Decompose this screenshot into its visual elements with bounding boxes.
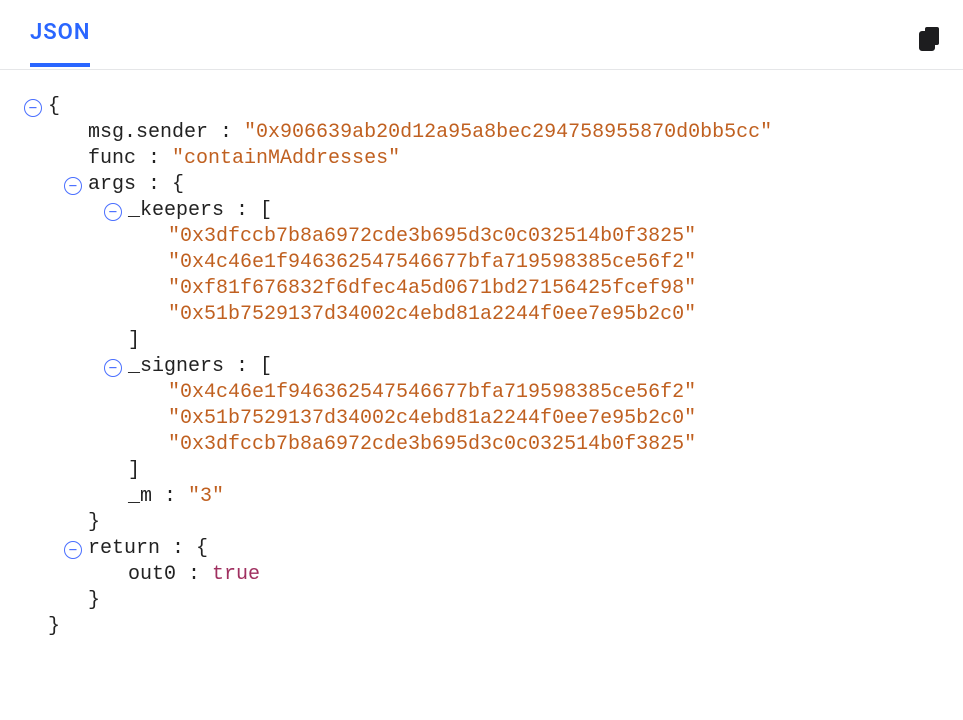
signers-close: ] xyxy=(48,458,933,484)
signers-item: "0x3dfccb7b8a6972cde3b695d3c0c032514b0f3… xyxy=(48,432,933,458)
m-row: _m : "3" xyxy=(48,484,933,510)
signers-row: _signers : [ xyxy=(48,354,933,380)
val-msg-sender: "0x906639ab20d12a95a8bec294758955870d0bb… xyxy=(244,120,772,146)
tab-json[interactable]: JSON xyxy=(30,20,90,67)
header-bar: JSON xyxy=(0,0,963,70)
key-args: args xyxy=(88,172,136,198)
key-signers: _signers xyxy=(128,354,224,380)
keepers-close: ] xyxy=(48,328,933,354)
keepers-item: "0x3dfccb7b8a6972cde3b695d3c0c032514b0f3… xyxy=(48,224,933,250)
collapse-icon[interactable] xyxy=(64,541,82,559)
collapse-icon[interactable] xyxy=(64,177,82,195)
keepers-item: "0xf81f676832f6dfec4a5d0671bd27156425fce… xyxy=(48,276,933,302)
brace-open: { xyxy=(48,94,60,120)
key-keepers: _keepers xyxy=(128,198,224,224)
key-out0: out0 xyxy=(128,562,176,588)
out0-row: out0 : true xyxy=(48,562,933,588)
args-row: args : { xyxy=(48,172,933,198)
val-out0: true xyxy=(212,562,260,588)
args-close: } xyxy=(48,510,933,536)
key-msg-sender: msg.sender xyxy=(88,120,208,146)
return-close: } xyxy=(48,588,933,614)
collapse-icon[interactable] xyxy=(104,359,122,377)
json-tree: { msg.sender : "0x906639ab20d12a95a8bec2… xyxy=(0,70,963,640)
keepers-item: "0x51b7529137d34002c4ebd81a2244f0ee7e95b… xyxy=(48,302,933,328)
copy-icon[interactable] xyxy=(919,27,941,51)
collapse-icon[interactable] xyxy=(104,203,122,221)
val-func: "containMAddresses" xyxy=(172,146,400,172)
return-row: return : { xyxy=(48,536,933,562)
key-return: return xyxy=(88,536,160,562)
signers-item: "0x4c46e1f946362547546677bfa719598385ce5… xyxy=(48,380,933,406)
root-open: { xyxy=(48,94,933,120)
keepers-item: "0x4c46e1f946362547546677bfa719598385ce5… xyxy=(48,250,933,276)
msg-sender-row: msg.sender : "0x906639ab20d12a95a8bec294… xyxy=(48,120,933,146)
signers-item: "0x51b7529137d34002c4ebd81a2244f0ee7e95b… xyxy=(48,406,933,432)
func-row: func : "containMAddresses" xyxy=(48,146,933,172)
collapse-icon[interactable] xyxy=(24,99,42,117)
val-m: "3" xyxy=(188,484,224,510)
key-m: _m xyxy=(128,484,152,510)
keepers-row: _keepers : [ xyxy=(48,198,933,224)
root-close: } xyxy=(48,614,933,640)
key-func: func xyxy=(88,146,136,172)
